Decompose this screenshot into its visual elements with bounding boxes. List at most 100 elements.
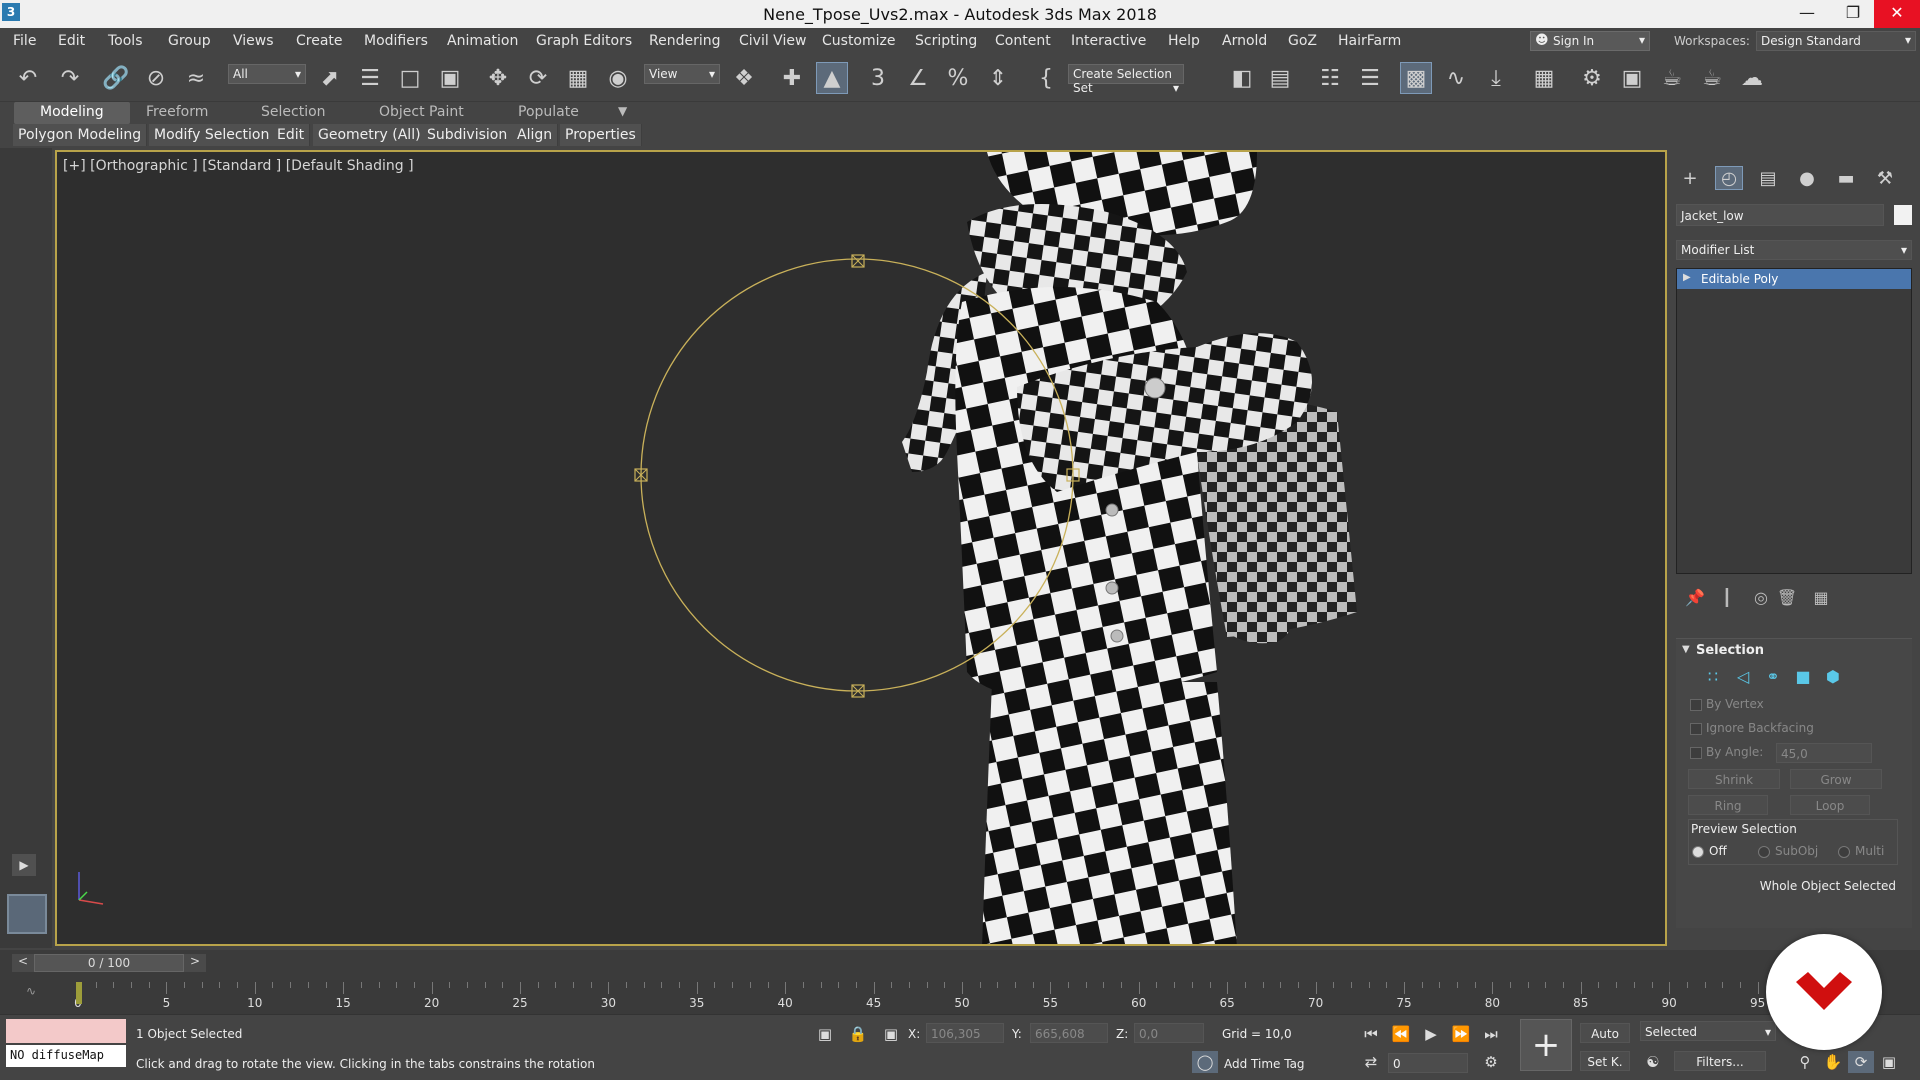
polygon-icon[interactable]: ■ [1792, 665, 1814, 687]
menu-customize[interactable]: Customize [822, 33, 896, 49]
isolate-selection-icon[interactable]: ▣ [812, 1023, 838, 1045]
x-field[interactable]: 106,305 [926, 1023, 1004, 1043]
menu-civil-view[interactable]: Civil View [739, 33, 806, 49]
add-time-tag[interactable]: Add Time Tag [1224, 1057, 1305, 1071]
viewport[interactable]: [+] [Orthographic ] [Standard ] [Default… [55, 150, 1667, 946]
selection-filter-select[interactable]: All ▾ [228, 64, 306, 84]
menu-group[interactable]: Group [168, 33, 211, 49]
maximize-viewport-icon[interactable]: ▣ [1876, 1051, 1902, 1073]
current-frame-field[interactable]: 0 [1388, 1053, 1468, 1073]
menu-hairfarm[interactable]: HairFarm [1338, 33, 1401, 49]
pan-icon[interactable]: ✋ [1820, 1051, 1846, 1073]
element-icon[interactable]: ⬢ [1822, 665, 1844, 687]
maxscript-listener-bottom[interactable]: NO diffuseMap [6, 1045, 126, 1067]
display-tab-icon[interactable]: ▬ [1832, 166, 1860, 190]
panel-properties[interactable]: Properties [560, 124, 642, 146]
move-icon[interactable]: ✥ [482, 62, 514, 94]
preview-off-radio[interactable]: Off [1691, 844, 1727, 858]
key-tangent-icon[interactable]: ☯ [1640, 1051, 1666, 1073]
place-icon[interactable]: ◉ [602, 62, 634, 94]
tab-freeform[interactable]: Freeform [146, 102, 208, 124]
hierarchy-tab-icon[interactable]: ▤ [1754, 166, 1782, 190]
unlink-icon[interactable]: ⊘ [140, 62, 172, 94]
percent-snap-icon[interactable]: % [942, 62, 974, 94]
time-next-button[interactable]: > [184, 954, 206, 972]
menu-scripting[interactable]: Scripting [915, 33, 977, 49]
maxscript-listener-top[interactable] [6, 1019, 126, 1043]
key-filter-select[interactable]: Selected ▾ [1640, 1021, 1776, 1041]
auto-key-button[interactable]: Auto [1580, 1023, 1630, 1043]
select-manipulate-icon[interactable]: ✚ [776, 62, 808, 94]
edit-named-selection-icon[interactable]: { [1030, 62, 1062, 94]
track-bar[interactable]: ∿ 05101520253035404550556065707580859095 [0, 980, 1920, 1014]
keyboard-shortcut-icon[interactable]: ▲ [816, 62, 848, 94]
make-unique-icon[interactable]: ◎ [1750, 586, 1772, 608]
show-end-result-icon[interactable]: ┃ [1716, 586, 1738, 608]
reference-coord-select[interactable]: View ▾ [644, 64, 720, 84]
material-editor-icon[interactable]: ▦ [1528, 62, 1560, 94]
snap-3d-icon[interactable]: 3 [862, 62, 894, 94]
shrink-button[interactable]: Shrink [1688, 769, 1780, 789]
window-crossing-icon[interactable]: ▣ [434, 62, 466, 94]
object-name-field[interactable]: Jacket_low [1676, 204, 1884, 226]
set-key-button[interactable]: Set K. [1580, 1051, 1630, 1071]
create-tab-icon[interactable]: + [1676, 166, 1704, 190]
viewport-layout-thumb[interactable] [7, 894, 47, 934]
rendered-frame-icon[interactable]: ▣ [1616, 62, 1648, 94]
modifier-list-select[interactable]: Modifier List ▾ [1676, 240, 1912, 260]
next-frame-icon[interactable]: ⏩ [1448, 1023, 1474, 1045]
configure-sets-icon[interactable]: ▦ [1810, 586, 1832, 608]
menu-file[interactable]: File [13, 33, 36, 49]
bind-spacewarp-icon[interactable]: ≈ [180, 62, 212, 94]
ignore-backfacing-checkbox[interactable]: Ignore Backfacing [1688, 721, 1814, 735]
viewport-label[interactable]: [+] [Orthographic ] [Standard ] [Default… [63, 158, 414, 174]
menu-views[interactable]: Views [233, 33, 274, 49]
menu-arnold[interactable]: Arnold [1222, 33, 1267, 49]
scene-explorer-icon[interactable]: ☷ [1314, 62, 1346, 94]
time-tag-icon[interactable]: ◯ [1192, 1051, 1218, 1073]
panel-edit[interactable]: Edit [272, 124, 311, 146]
rollout-title[interactable]: Selection [1696, 643, 1764, 658]
spinner-snap-icon[interactable]: ⇕ [982, 62, 1014, 94]
align-icon[interactable]: ▤ [1264, 62, 1296, 94]
render-setup-icon[interactable]: ⚙ [1576, 62, 1608, 94]
named-selection-select[interactable]: Create Selection Set ▾ [1068, 64, 1184, 95]
panel-modify-selection[interactable]: Modify Selection [149, 124, 276, 146]
schematic-view-icon[interactable]: ⤓ [1480, 62, 1512, 94]
orbit-icon[interactable]: ⟳ [1848, 1051, 1874, 1073]
menu-interactive[interactable]: Interactive [1071, 33, 1146, 49]
zoom-icon[interactable]: ⚲ [1792, 1051, 1818, 1073]
minimize-icon[interactable]: — [1784, 0, 1830, 28]
redo-icon[interactable]: ↷ [54, 62, 86, 94]
set-key-big-icon[interactable]: + [1520, 1019, 1572, 1071]
render-production-icon[interactable]: ☕ [1656, 62, 1688, 94]
undo-icon[interactable]: ↶ [12, 62, 44, 94]
modify-tab-icon[interactable]: ◴ [1715, 166, 1743, 190]
by-vertex-checkbox[interactable]: By Vertex [1688, 697, 1764, 711]
by-angle-checkbox[interactable]: By Angle: [1688, 745, 1763, 759]
filters-button[interactable]: Filters... [1674, 1051, 1766, 1071]
menu-animation[interactable]: Animation [447, 33, 518, 49]
workspace-select[interactable]: Design Standard ▾ [1756, 31, 1916, 51]
tab-selection[interactable]: Selection [261, 102, 326, 124]
grow-button[interactable]: Grow [1790, 769, 1882, 789]
panel-align[interactable]: Align [512, 124, 559, 146]
play-icon[interactable]: ▶ [12, 854, 36, 876]
pivot-icon[interactable]: ❖ [728, 62, 760, 94]
sign-in-button[interactable]: ☻ Sign In ▾ [1530, 31, 1650, 51]
tab-populate[interactable]: Populate [518, 102, 579, 124]
restore-icon[interactable]: ❐ [1830, 0, 1876, 28]
tab-object-paint[interactable]: Object Paint [379, 102, 464, 124]
time-prev-button[interactable]: < [12, 954, 34, 972]
edge-icon[interactable]: ◁ [1732, 665, 1754, 687]
tab-modeling[interactable]: Modeling [14, 102, 130, 124]
menu-create[interactable]: Create [296, 33, 343, 49]
current-frame-marker[interactable] [76, 982, 82, 1004]
ribbon-options-icon[interactable]: ▼ [618, 102, 627, 124]
key-mode-icon[interactable]: ⇄ [1358, 1051, 1384, 1073]
curve-editor-icon[interactable]: ∿ [1440, 62, 1472, 94]
utilities-tab-icon[interactable]: ⚒ [1871, 166, 1899, 190]
loop-button[interactable]: Loop [1790, 795, 1870, 815]
pin-stack-icon[interactable]: 📌 [1684, 586, 1706, 608]
motion-tab-icon[interactable]: ● [1793, 166, 1821, 190]
